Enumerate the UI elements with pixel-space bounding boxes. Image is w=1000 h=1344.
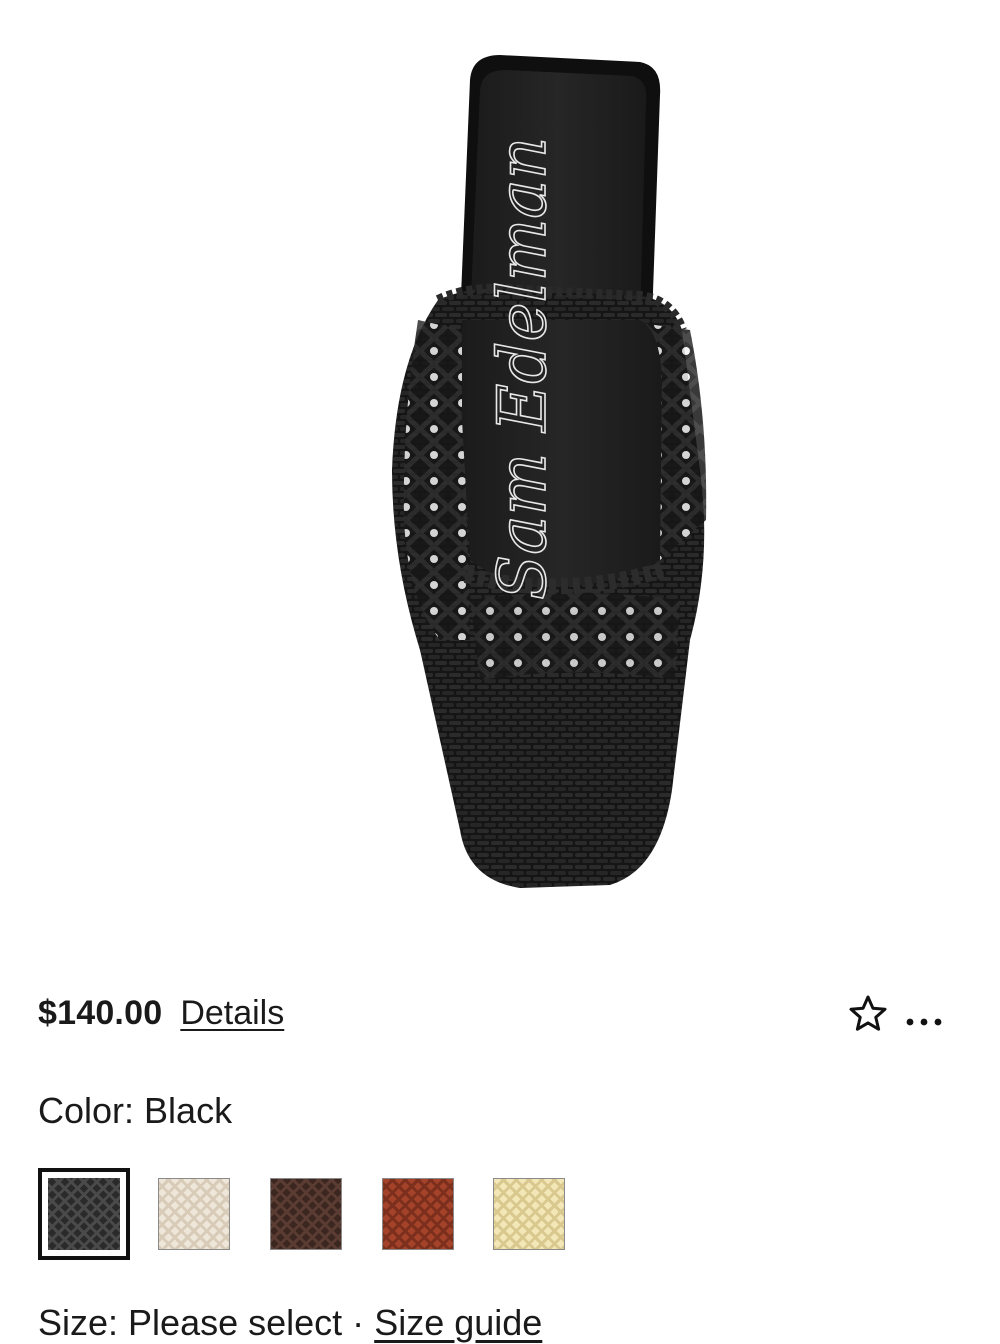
size-separator: · bbox=[352, 1302, 365, 1343]
insole-brand-script: Sam Edelman bbox=[484, 137, 561, 600]
size-label[interactable]: Size: Please select bbox=[38, 1302, 342, 1343]
price-row: $140.00 Details bbox=[38, 988, 284, 1038]
ellipsis-icon[interactable] bbox=[904, 1008, 944, 1032]
swatch-cognac[interactable] bbox=[382, 1178, 454, 1250]
swatch-black[interactable] bbox=[38, 1168, 130, 1260]
color-label: Color: Black bbox=[38, 1090, 233, 1131]
swatch-ivory[interactable] bbox=[158, 1178, 230, 1250]
star-outline-icon[interactable] bbox=[848, 994, 888, 1034]
price: $140.00 bbox=[38, 993, 163, 1032]
details-link[interactable]: Details bbox=[180, 994, 284, 1033]
size-row: Size: Please select · Size guide bbox=[38, 1302, 542, 1344]
swatch-dark-brown[interactable] bbox=[270, 1178, 342, 1250]
product-image[interactable]: Sam Edelman bbox=[0, 0, 1000, 940]
size-guide-link[interactable]: Size guide bbox=[374, 1302, 542, 1343]
swatch-cream[interactable] bbox=[493, 1178, 565, 1250]
shoe-illustration: Sam Edelman bbox=[392, 55, 707, 888]
